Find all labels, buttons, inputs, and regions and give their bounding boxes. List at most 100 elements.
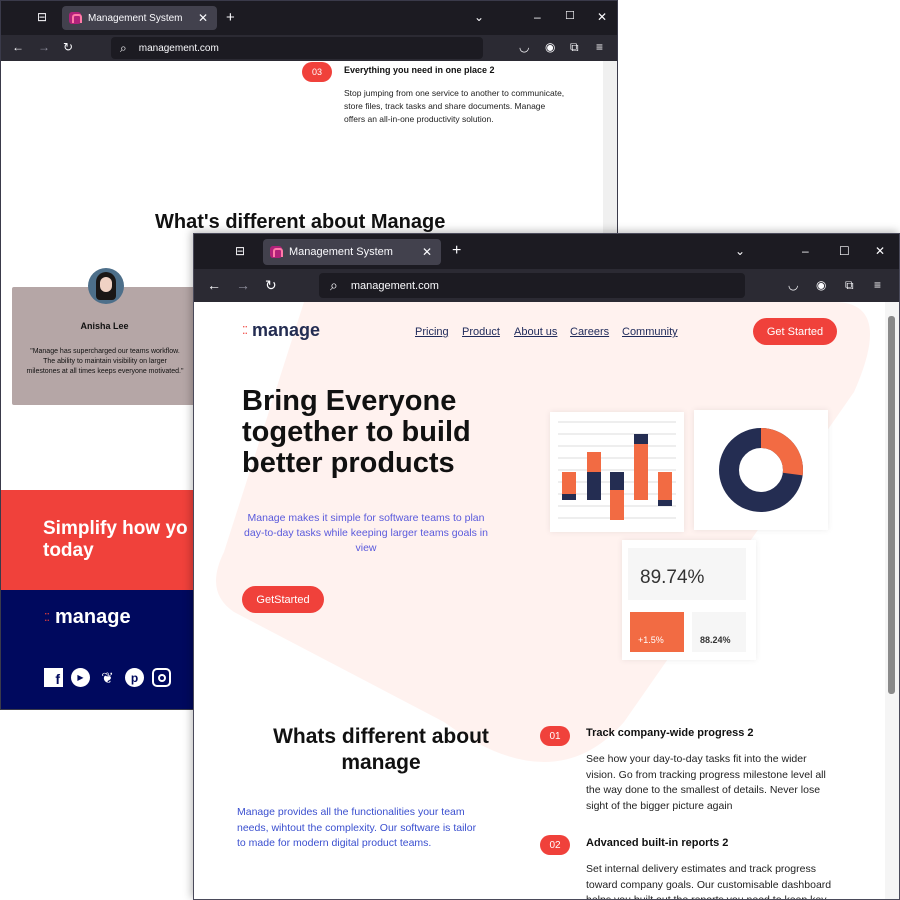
logo-dots-icon: ⁚⁚ xyxy=(242,325,248,337)
tab-close-icon[interactable]: ✕ xyxy=(422,245,432,259)
stat-secondary-value: 88.24% xyxy=(700,635,731,645)
cta-text: Simplify how yo today xyxy=(43,518,188,561)
bar xyxy=(658,500,672,506)
youtube-icon[interactable]: ▶ xyxy=(71,668,90,687)
pinterest-icon[interactable]: p xyxy=(125,668,144,687)
feature-number: 03 xyxy=(302,62,332,82)
url-bar[interactable]: ⌕ management.com xyxy=(319,273,745,298)
menu-icon[interactable]: ≡ xyxy=(596,41,603,53)
section-title: What's different about Manage xyxy=(155,211,446,233)
hero-get-started-button[interactable]: GetStarted xyxy=(242,586,324,613)
maximize-icon[interactable]: ☐ xyxy=(565,11,575,22)
new-tab-icon[interactable]: + xyxy=(226,10,235,25)
search-icon: ⌕ xyxy=(120,40,127,55)
feature-body: See how your day-to-day tasks fit into t… xyxy=(586,753,826,812)
feature-title: Everything you need in one place 2 xyxy=(344,65,495,75)
scrollbar[interactable] xyxy=(885,302,899,899)
pocket-icon[interactable]: ◡ xyxy=(788,279,798,291)
bar xyxy=(610,472,624,490)
reload-icon[interactable]: ↻ xyxy=(265,278,277,292)
feature-title: Advanced built-in reports 2 xyxy=(586,837,729,849)
close-icon[interactable]: ✕ xyxy=(597,11,607,23)
browser-window-front: ⊟ Management System ✕ + ⌄ – ☐ ✕ ← → ↻ ⌕ … xyxy=(193,233,900,900)
instagram-icon[interactable] xyxy=(152,668,171,687)
feature-title: Track company-wide progress 2 xyxy=(586,727,754,739)
minimize-icon[interactable]: – xyxy=(802,245,809,257)
nav-about-us[interactable]: About us xyxy=(514,326,557,338)
feature-body: Set internal delivery estimates and trac… xyxy=(586,863,832,900)
extensions-icon[interactable]: ⧉ xyxy=(570,41,579,53)
site-logo[interactable]: ⁚⁚ manage xyxy=(242,320,320,341)
stat-main-value: 89.74% xyxy=(640,567,705,588)
tab-overview-icon[interactable]: ⊟ xyxy=(37,11,47,23)
tab-close-icon[interactable]: ✕ xyxy=(198,11,208,25)
feature-body: Stop jumping from one service to another… xyxy=(344,88,565,124)
new-tab-icon[interactable]: + xyxy=(452,243,461,259)
hero-title: Bring Everyone together to build better … xyxy=(242,385,471,479)
bar xyxy=(610,490,624,520)
search-icon: ⌕ xyxy=(330,277,338,293)
footer-logo[interactable]: ⁚⁚ manage xyxy=(44,606,131,629)
pocket-icon[interactable]: ◡ xyxy=(519,41,529,53)
bar xyxy=(562,472,576,494)
footer-logo-text: manage xyxy=(55,606,131,628)
account-icon[interactable]: ◉ xyxy=(816,279,826,291)
url-text: management.com xyxy=(350,279,439,292)
tab-list-icon[interactable]: ⌄ xyxy=(474,11,484,23)
back-icon[interactable]: ← xyxy=(12,41,24,53)
browser-tab[interactable]: Management System ✕ xyxy=(263,239,441,265)
social-links: f ▶ ❦ p xyxy=(44,668,171,687)
bar-chart xyxy=(558,421,676,520)
bar xyxy=(587,472,601,500)
testimonial-name: Anisha Lee xyxy=(80,321,129,331)
testimonial-quote: "Manage has supercharged our teams workf… xyxy=(26,348,184,375)
feature-number: 01 xyxy=(540,726,570,746)
close-icon[interactable]: ✕ xyxy=(875,245,885,257)
twitter-icon[interactable]: ❦ xyxy=(98,668,117,687)
bar xyxy=(658,472,672,500)
bar xyxy=(634,444,648,500)
donut-chart-card xyxy=(694,410,828,530)
bar xyxy=(587,452,601,472)
forward-icon[interactable]: → xyxy=(236,278,250,292)
nav-community[interactable]: Community xyxy=(622,326,678,338)
nav-product[interactable]: Product xyxy=(462,326,500,338)
logo-dots-icon: ⁚⁚ xyxy=(44,612,50,624)
forward-icon[interactable]: → xyxy=(38,41,50,53)
tab-overview-icon[interactable]: ⊟ xyxy=(235,245,245,257)
site-favicon-icon xyxy=(270,246,283,258)
get-started-button[interactable]: Get Started xyxy=(753,318,837,345)
nav-pricing[interactable]: Pricing xyxy=(415,326,449,338)
page-viewport: ⁚⁚ manage Pricing Product About us Caree… xyxy=(194,302,887,900)
nav-toolbar: ← → ↻ ⌕ management.com ◡ ◉ ⧉ ≡ xyxy=(1,35,617,61)
stat-change-value: +1.5% xyxy=(638,635,664,645)
avatar xyxy=(88,268,124,304)
hero-subtitle: Manage makes it simple for software team… xyxy=(244,512,488,554)
tab-list-icon[interactable]: ⌄ xyxy=(735,245,745,257)
facebook-icon[interactable]: f xyxy=(44,668,63,687)
maximize-icon[interactable]: ☐ xyxy=(839,245,850,257)
tab-title: Management System xyxy=(289,246,393,258)
tab-strip: ⊟ Management System ✕ + ⌄ – ☐ ✕ xyxy=(1,1,617,35)
url-bar[interactable]: ⌕ management.com xyxy=(111,37,483,59)
url-text: management.com xyxy=(138,42,219,54)
account-icon[interactable]: ◉ xyxy=(545,41,555,53)
testimonial-card: Anisha Lee "Manage has supercharged our … xyxy=(12,268,197,405)
scrollbar-thumb[interactable] xyxy=(888,316,895,694)
site-favicon-icon xyxy=(69,12,82,24)
donut-chart xyxy=(719,428,803,512)
section-body: Manage provides all the functionalities … xyxy=(237,806,477,849)
section-title: Whats different about manage xyxy=(273,725,489,774)
bar xyxy=(634,434,648,444)
tab-strip: ⊟ Management System ✕ + ⌄ – ☐ ✕ xyxy=(194,234,899,269)
menu-icon[interactable]: ≡ xyxy=(874,279,881,291)
reload-icon[interactable]: ↻ xyxy=(63,41,73,53)
tab-title: Management System xyxy=(88,12,183,24)
minimize-icon[interactable]: – xyxy=(534,11,541,23)
nav-toolbar: ← → ↻ ⌕ management.com ◡ ◉ ⧉ ≡ xyxy=(194,269,899,302)
browser-tab[interactable]: Management System ✕ xyxy=(62,6,217,30)
bar xyxy=(562,494,576,500)
extensions-icon[interactable]: ⧉ xyxy=(845,279,854,291)
back-icon[interactable]: ← xyxy=(207,278,221,292)
nav-careers[interactable]: Careers xyxy=(570,326,609,338)
